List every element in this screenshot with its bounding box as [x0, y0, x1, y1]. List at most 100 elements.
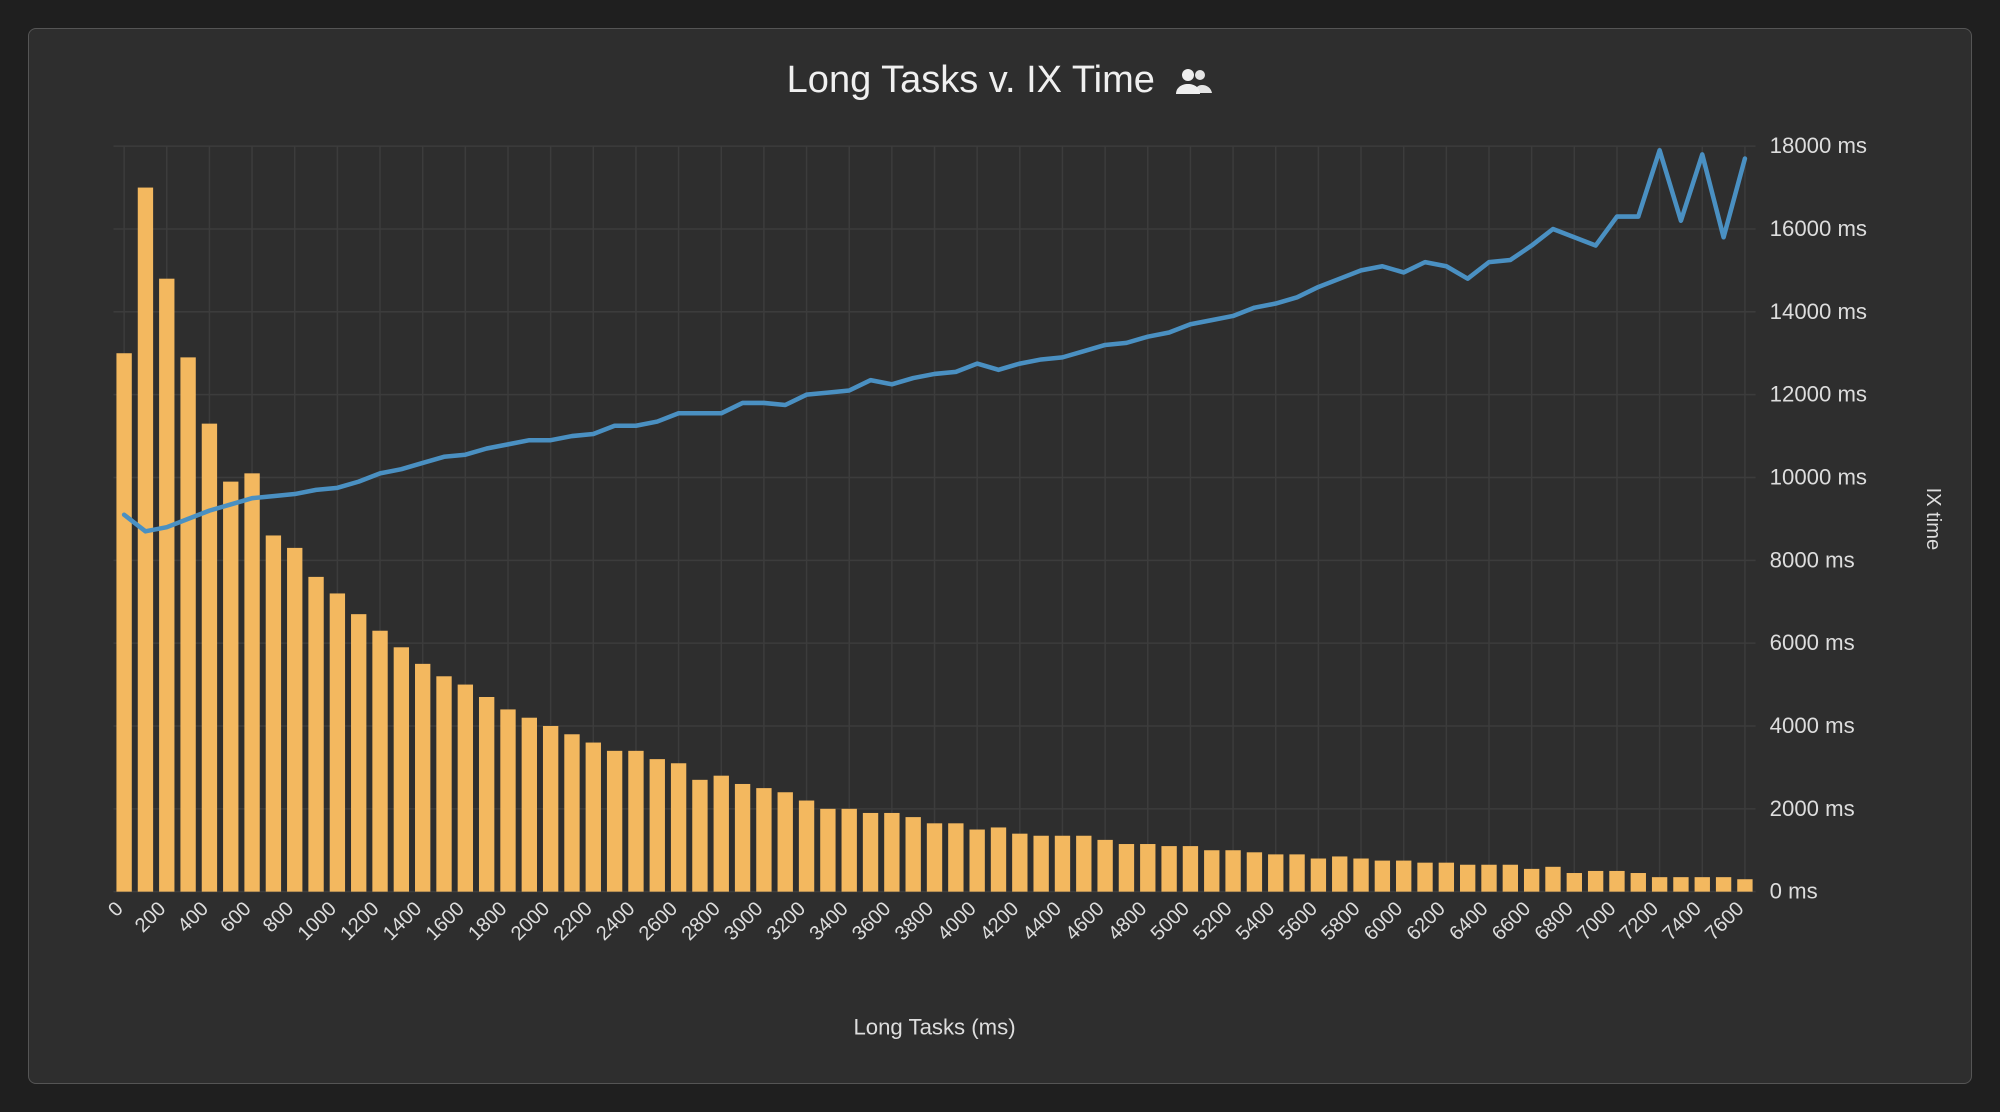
bar: [351, 614, 366, 891]
x-tick-label: 6200: [1403, 898, 1450, 945]
chart-title-row: Long Tasks v. IX Time: [53, 59, 1947, 102]
chart-card: Long Tasks v. IX Time 0 ms 2000 ms 4000 ms…: [28, 28, 1972, 1084]
bar: [1439, 863, 1454, 892]
bar: [1183, 846, 1198, 892]
bar: [906, 817, 921, 892]
x-tick-label: 3800: [891, 898, 938, 945]
bar: [778, 792, 793, 891]
bar: [756, 788, 771, 892]
bar: [394, 647, 409, 891]
bar: [1204, 850, 1219, 891]
x-tick-label: 1400: [379, 898, 426, 945]
bar: [1353, 859, 1368, 892]
y-tick-label: 12000 ms: [1770, 382, 1867, 407]
bar: [714, 776, 729, 892]
x-tick-label: 4200: [976, 898, 1023, 945]
bar: [1545, 867, 1560, 892]
y-tick-label: 18000 ms: [1770, 133, 1867, 158]
x-tick-label: 6400: [1445, 898, 1492, 945]
x-axis-label: Long Tasks (ms): [853, 1015, 1015, 1040]
bar: [1161, 846, 1176, 892]
x-tick-label: 600: [216, 898, 255, 937]
bar: [330, 593, 345, 891]
bar: [1055, 836, 1070, 892]
bar: [1396, 861, 1411, 892]
bar: [244, 473, 259, 891]
y-tick-label: 6000 ms: [1770, 630, 1855, 655]
bar: [1268, 854, 1283, 891]
bar: [180, 357, 195, 891]
bar: [202, 424, 217, 892]
x-tick-label: 0: [104, 898, 127, 921]
bar: [969, 830, 984, 892]
x-tick-label: 800: [259, 898, 298, 937]
chart-svg: 0 ms2000 ms4000 ms6000 ms8000 ms10000 ms…: [53, 126, 1947, 1053]
x-tick-label: 5800: [1317, 898, 1364, 945]
bar: [308, 577, 323, 892]
bar: [1311, 859, 1326, 892]
bar: [1289, 854, 1304, 891]
bar: [1567, 873, 1582, 892]
bar: [884, 813, 899, 892]
x-tick-label: 5600: [1275, 898, 1322, 945]
x-tick-label: 6000: [1360, 898, 1407, 945]
bar: [1524, 869, 1539, 892]
bar: [735, 784, 750, 892]
bar: [479, 697, 494, 892]
bar: [671, 763, 686, 891]
x-tick-label: 5400: [1232, 898, 1279, 945]
users-icon: [1173, 66, 1213, 96]
x-tick-label: 1000: [294, 898, 341, 945]
bar: [1609, 871, 1624, 892]
bar: [1332, 856, 1347, 891]
x-tick-label: 2200: [550, 898, 597, 945]
bar: [159, 279, 174, 892]
bar: [607, 751, 622, 892]
bar: [927, 823, 942, 891]
bar: [1631, 873, 1646, 892]
x-tick-label: 1600: [422, 898, 469, 945]
bar: [586, 743, 601, 892]
x-tick-label: 5000: [1147, 898, 1194, 945]
bar: [543, 726, 558, 892]
bar: [500, 709, 515, 891]
bar: [1225, 850, 1240, 891]
bar: [1503, 865, 1518, 892]
bar: [138, 188, 153, 892]
bar: [415, 664, 430, 892]
chart-plot: 0 ms2000 ms4000 ms6000 ms8000 ms10000 ms…: [53, 126, 1947, 1053]
x-tick-label: 2400: [592, 898, 639, 945]
x-tick-label: 1200: [336, 898, 383, 945]
bar: [223, 482, 238, 892]
bar: [1460, 865, 1475, 892]
bar: [1247, 852, 1262, 891]
bar: [266, 535, 281, 891]
bar: [564, 734, 579, 891]
bar: [436, 676, 451, 891]
x-tick-label: 3400: [806, 898, 853, 945]
x-tick-label: 200: [131, 898, 170, 937]
x-tick-label: 7600: [1701, 898, 1748, 945]
bar: [692, 780, 707, 892]
y-tick-label: 0 ms: [1770, 879, 1818, 904]
y-tick-label: 2000 ms: [1770, 796, 1855, 821]
bar: [116, 353, 131, 891]
x-tick-label: 7200: [1616, 898, 1663, 945]
x-tick-label: 4400: [1019, 898, 1066, 945]
x-tick-label: 4800: [1104, 898, 1151, 945]
y-tick-label: 4000 ms: [1770, 713, 1855, 738]
bar: [1652, 877, 1667, 891]
bar: [628, 751, 643, 892]
x-tick-label: 3600: [848, 898, 895, 945]
x-tick-label: 4000: [933, 898, 980, 945]
x-tick-label: 2000: [507, 898, 554, 945]
bar: [863, 813, 878, 892]
bar: [1119, 844, 1134, 892]
y-tick-label: 8000 ms: [1770, 547, 1855, 572]
bar: [372, 631, 387, 892]
bar: [799, 801, 814, 892]
x-tick-label: 4600: [1061, 898, 1108, 945]
bar: [1716, 877, 1731, 891]
bar: [287, 548, 302, 892]
bar: [948, 823, 963, 891]
